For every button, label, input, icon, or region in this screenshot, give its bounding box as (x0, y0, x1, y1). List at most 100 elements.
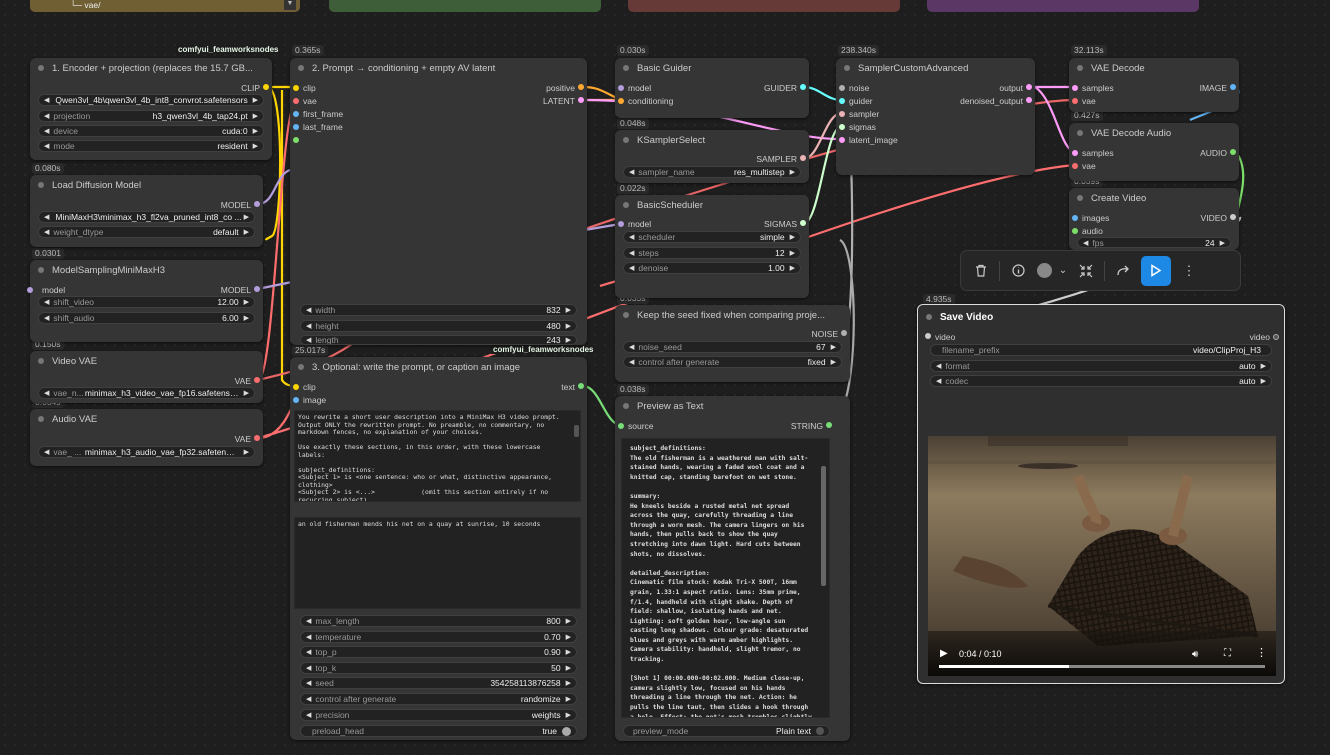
clip-output-dot[interactable] (263, 84, 269, 90)
right-arrow-icon[interactable]: ▶ (244, 448, 249, 456)
right-arrow-icon[interactable]: ▶ (566, 633, 571, 641)
left-arrow-icon[interactable]: ◀ (936, 377, 941, 385)
right-arrow-icon[interactable]: ▶ (790, 233, 795, 241)
ksampler-select-node[interactable]: KSamplerSelect SAMPLER ◀ sampler_name res_… (615, 130, 809, 183)
right-arrow-icon[interactable]: ▶ (566, 322, 571, 330)
video-output-dot[interactable] (1230, 214, 1236, 220)
sampler-output-dot[interactable] (800, 155, 806, 161)
left-arrow-icon[interactable]: ◀ (306, 648, 311, 656)
vae-input-dot[interactable] (293, 98, 299, 104)
left-arrow-icon[interactable]: ◀ (306, 322, 311, 330)
model-input-dot[interactable] (618, 221, 624, 227)
left-arrow-icon[interactable]: ◀ (44, 142, 49, 150)
left-arrow-icon[interactable]: ◀ (306, 617, 311, 625)
output-audio[interactable]: AUDIO (1200, 148, 1227, 158)
steps-number[interactable]: ◀ steps 12 ▶ (623, 247, 801, 259)
preview-text-area[interactable]: subject_definitions: The old fisherman i… (621, 438, 830, 718)
right-arrow-icon[interactable]: ▶ (566, 306, 571, 314)
volume-icon[interactable]: 🔊︎ (1192, 649, 1198, 660)
right-arrow-icon[interactable]: ▶ (790, 264, 795, 272)
right-arrow-icon[interactable]: ▶ (566, 711, 571, 719)
output-video[interactable]: VIDEO (1201, 213, 1227, 223)
conditioning-input-dot[interactable] (618, 98, 624, 104)
weight-dtype-combo[interactable]: ◀ weight_dtype default ▶ (38, 226, 255, 238)
right-arrow-icon[interactable]: ▶ (253, 96, 258, 104)
noise-seed-number[interactable]: ◀ noise_seed 67 ▶ (623, 341, 842, 353)
right-arrow-icon[interactable]: ▶ (790, 168, 795, 176)
top-k-number[interactable]: ◀ top_k 50 ▶ (300, 662, 577, 674)
node-header[interactable]: Keep the seed fixed when comparing proje… (615, 305, 850, 325)
color-circle-icon[interactable] (1033, 256, 1055, 286)
info-icon[interactable] (1003, 256, 1033, 286)
node-header[interactable]: VAE Decode (1069, 58, 1239, 78)
output-model[interactable]: MODEL (221, 285, 251, 295)
image-input-dot[interactable] (293, 397, 299, 403)
input-latent-image[interactable]: latent_image (849, 135, 898, 145)
output-dot[interactable] (1026, 84, 1032, 90)
right-arrow-icon[interactable]: ▶ (244, 228, 249, 236)
collapse-dot-icon[interactable] (298, 364, 304, 370)
max-length-number[interactable]: ◀ max_length 800 ▶ (300, 615, 577, 627)
node-header[interactable]: Load Diffusion Model (30, 175, 263, 195)
audio-vae-node[interactable]: Audio VAE VAE ◀ vae_ ... minimax_h3_audio_… (30, 409, 263, 466)
audio-output-dot[interactable] (1230, 149, 1236, 155)
left-arrow-icon[interactable]: ◀ (306, 664, 311, 672)
sigmas-output-dot[interactable] (800, 220, 806, 226)
clip-model-combo[interactable]: ◀ Qwen3vl_4b\qwen3vl_4b_int8_convrot.safe… (38, 94, 264, 106)
preview-as-text-node[interactable]: Preview as Text source STRING subject_de… (615, 396, 850, 741)
left-arrow-icon[interactable]: ◀ (306, 336, 311, 344)
left-arrow-icon[interactable]: ◀ (629, 358, 634, 366)
save-video-node[interactable]: Save Video video video filename_prefix vi… (917, 304, 1285, 684)
scrollbar[interactable] (821, 466, 826, 586)
progress-track[interactable] (939, 665, 1265, 668)
chevron-down-icon[interactable]: ⌄ (1055, 256, 1071, 286)
sampler-input-dot[interactable] (839, 111, 845, 117)
left-arrow-icon[interactable]: ◀ (306, 633, 311, 641)
collapse-dot-icon[interactable] (623, 65, 629, 71)
collapse-dot-icon[interactable] (298, 65, 304, 71)
collapse-dot-icon[interactable] (1077, 195, 1083, 201)
collapse-dot-icon[interactable] (926, 314, 932, 320)
scroll-down-icon[interactable]: ▼ (284, 0, 296, 10)
right-arrow-icon[interactable]: ▶ (566, 648, 571, 656)
left-arrow-icon[interactable]: ◀ (44, 448, 49, 456)
clip-input-dot[interactable] (293, 85, 299, 91)
left-arrow-icon[interactable]: ◀ (629, 233, 634, 241)
right-arrow-icon[interactable]: ▶ (790, 249, 795, 257)
load-diffusion-model-node[interactable]: Load Diffusion Model MODEL ◀ MiniMaxH3\mi… (30, 175, 263, 247)
collapse-dot-icon[interactable] (38, 182, 44, 188)
right-arrow-icon[interactable]: ▶ (253, 127, 258, 135)
audio-vae-combo[interactable]: ◀ vae_ ... minimax_h3_audio_vae_fp32.safet… (38, 446, 255, 458)
right-arrow-icon[interactable]: ▶ (244, 298, 249, 306)
collapse-dot-icon[interactable] (623, 403, 629, 409)
node-header[interactable]: SamplerCustomAdvanced (836, 58, 1035, 78)
left-arrow-icon[interactable]: ◀ (44, 213, 49, 221)
basic-guider-node[interactable]: Basic Guider model conditioning GUIDER (615, 58, 809, 118)
model-output-dot[interactable] (254, 201, 260, 207)
model-sampling-node[interactable]: ModelSamplingMiniMaxH3 model MODEL ◀ shif… (27, 260, 263, 342)
collapse-dot-icon[interactable] (38, 416, 44, 422)
node-header[interactable]: Save Video (918, 305, 1284, 329)
input-video[interactable]: video (935, 332, 955, 342)
first-frame-input-dot[interactable] (293, 111, 299, 117)
right-arrow-icon[interactable]: ▶ (1261, 377, 1266, 385)
output-text[interactable]: text (561, 382, 575, 392)
projection-combo[interactable]: ◀ projection h3_qwen3vl_4b_tap24.pt ▶ (38, 110, 264, 122)
input-noise[interactable]: noise (849, 83, 869, 93)
fps-number[interactable]: ◀ fps 24 ▶ (1077, 237, 1231, 248)
output-sigmas[interactable]: SIGMAS (764, 219, 797, 229)
sigmas-input-dot[interactable] (839, 124, 845, 130)
length-number[interactable]: ◀ length 243 ▶ (300, 335, 577, 345)
vae-input-dot[interactable] (1072, 98, 1078, 104)
left-arrow-icon[interactable]: ◀ (306, 306, 311, 314)
right-arrow-icon[interactable]: ▶ (566, 336, 571, 344)
input-model[interactable]: model (628, 219, 651, 229)
output-video[interactable]: video (1250, 332, 1270, 342)
play-icon[interactable]: ▶ (940, 648, 948, 659)
top-p-number[interactable]: ◀ top_p 0.90 ▶ (300, 646, 577, 658)
node-header[interactable]: Audio VAE (30, 409, 263, 429)
right-arrow-icon[interactable]: ▶ (831, 358, 836, 366)
last-frame-input-dot[interactable] (293, 124, 299, 130)
vae-input-dot[interactable] (1072, 163, 1078, 169)
optional-prompt-node[interactable]: 3. Optional: write the prompt, or captio… (290, 357, 587, 740)
